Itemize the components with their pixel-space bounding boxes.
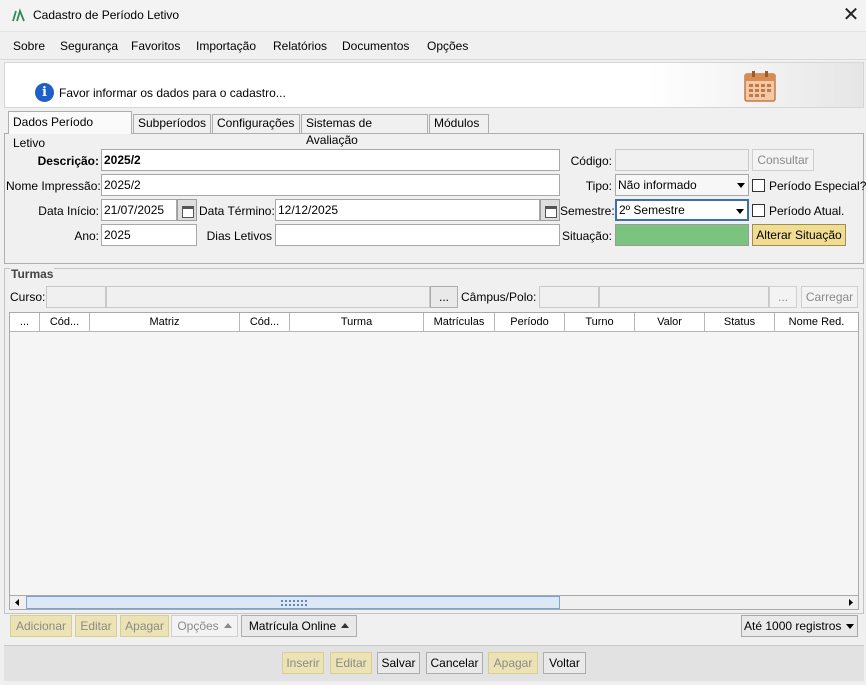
codigo-label: Código:	[570, 154, 612, 168]
semestre-label: Semestre:	[560, 204, 615, 218]
consultar-button[interactable]: Consultar	[752, 149, 814, 171]
data-termino-input[interactable]: 12/12/2025	[275, 199, 540, 221]
col-header-cod-matriz[interactable]: Cód...	[40, 313, 90, 332]
menu-favoritos[interactable]: Favoritos	[131, 39, 180, 53]
turmas-title: Turmas	[10, 267, 55, 281]
menu-sobre[interactable]: Sobre	[13, 39, 45, 53]
curso-lookup-button[interactable]: ...	[430, 286, 458, 308]
col-header-status[interactable]: Status	[705, 313, 775, 332]
periodo-atual-label: Período Atual.	[769, 204, 845, 218]
carregar-button[interactable]: Carregar	[801, 286, 858, 308]
chevron-down-icon	[846, 624, 854, 629]
tab-configuracoes[interactable]: Configurações	[212, 114, 300, 133]
campus-code-input[interactable]	[539, 286, 599, 308]
dias-letivos-label: Dias Letivos	[206, 229, 272, 243]
registros-select-value: Até 1000 registros	[744, 619, 842, 633]
apagar-button[interactable]: Apagar	[488, 652, 538, 674]
descricao-label: Descrição:	[37, 154, 99, 168]
col-header-indicator[interactable]: ...	[10, 313, 40, 332]
tab-subperiodos[interactable]: Subperíodos	[133, 114, 211, 133]
menu-documentos[interactable]: Documentos	[342, 39, 409, 53]
chevron-down-icon	[736, 209, 744, 214]
campus-name-input[interactable]	[599, 286, 769, 308]
scrollbar-grip-icon	[280, 599, 308, 606]
situacao-label: Situação:	[561, 229, 612, 243]
menu-relatorios[interactable]: Relatórios	[273, 39, 327, 53]
curso-name-input[interactable]	[106, 286, 430, 308]
opcoes-label: Opções	[177, 619, 219, 633]
turmas-grid[interactable]: ... Cód... Matriz Cód... Turma Matrícula…	[9, 312, 859, 610]
adicionar-button[interactable]: Adicionar	[10, 615, 72, 637]
window-title: Cadastro de Período Letivo	[33, 8, 180, 22]
voltar-button[interactable]: Voltar	[543, 652, 586, 674]
tipo-select-value: Não informado	[618, 178, 697, 192]
matricula-online-label: Matrícula Online	[248, 619, 337, 633]
col-header-cod-turma[interactable]: Cód...	[240, 313, 290, 332]
situacao-status-indicator	[615, 224, 749, 246]
scroll-right-arrow-icon[interactable]	[843, 596, 858, 609]
menu-seguranca[interactable]: Segurança	[60, 39, 118, 53]
salvar-button[interactable]: Salvar	[377, 652, 420, 674]
chevron-up-icon	[341, 623, 350, 628]
menu-bar: Sobre Segurança Favoritos Importação Rel…	[0, 32, 866, 60]
info-banner	[4, 62, 864, 108]
col-header-periodo[interactable]: Período	[495, 313, 565, 332]
nome-impressao-input[interactable]: 2025/2	[101, 174, 560, 196]
data-inicio-calendar-icon[interactable]	[177, 199, 197, 221]
campus-label: Câmpus/Polo:	[461, 290, 537, 304]
curso-label: Curso:	[10, 290, 46, 304]
curso-code-input[interactable]	[46, 286, 106, 308]
editar-grid-button[interactable]: Editar	[75, 615, 117, 637]
data-inicio-input[interactable]: 21/07/2025	[101, 199, 177, 221]
cancelar-button[interactable]: Cancelar	[426, 652, 483, 674]
ano-input[interactable]: 2025	[101, 224, 197, 246]
semestre-select-value: 2º Semestre	[619, 203, 685, 217]
chevron-up-icon	[223, 623, 232, 628]
dias-letivos-input[interactable]	[275, 224, 560, 246]
editar-button[interactable]: Editar	[330, 652, 372, 674]
periodo-especial-label: Período Especial?	[769, 179, 866, 193]
calendar-icon	[744, 71, 776, 102]
col-header-matriz[interactable]: Matriz	[90, 313, 240, 332]
codigo-input[interactable]	[615, 149, 749, 171]
info-icon: i	[35, 83, 54, 102]
app-logo-icon	[12, 8, 25, 22]
data-termino-label: Data Término:	[199, 204, 275, 218]
banner-message: Favor informar os dados para o cadastro.…	[59, 86, 286, 100]
apagar-grid-button[interactable]: Apagar	[120, 615, 169, 637]
periodo-especial-checkbox[interactable]	[752, 179, 765, 192]
col-header-nome-red[interactable]: Nome Red.	[775, 313, 858, 332]
nome-impressao-label: Nome Impressão:	[6, 179, 101, 193]
opcoes-dropdown-button[interactable]: Opções	[171, 615, 238, 637]
matricula-online-dropdown-button[interactable]: Matrícula Online	[241, 615, 357, 637]
registros-select[interactable]: Até 1000 registros	[741, 615, 858, 637]
descricao-input[interactable]: 2025/2	[101, 149, 560, 171]
col-header-matriculas[interactable]: Matrículas	[424, 313, 495, 332]
tipo-label: Tipo:	[585, 179, 612, 193]
tipo-select[interactable]: Não informado	[615, 174, 749, 196]
menu-importacao[interactable]: Importação	[196, 39, 256, 53]
close-window-button[interactable]: ✕	[838, 3, 864, 29]
inserir-button[interactable]: Inserir	[282, 652, 324, 674]
semestre-select[interactable]: 2º Semestre	[615, 199, 749, 221]
col-header-turma[interactable]: Turma	[290, 313, 424, 332]
alterar-situacao-button[interactable]: Alterar Situação	[752, 224, 846, 246]
tab-dados-periodo-letivo[interactable]: Dados Período Letivo	[8, 111, 132, 150]
col-header-valor[interactable]: Valor	[635, 313, 705, 332]
data-inicio-label: Data Início:	[38, 204, 99, 218]
col-header-turno[interactable]: Turno	[565, 313, 635, 332]
chevron-down-icon	[737, 183, 745, 188]
campus-lookup-button[interactable]: ...	[769, 286, 797, 308]
menu-opcoes[interactable]: Opções	[427, 39, 468, 53]
periodo-atual-checkbox[interactable]	[752, 204, 765, 217]
data-termino-calendar-icon[interactable]	[540, 199, 560, 221]
tab-sistemas-avaliacao[interactable]: Sistemas de Avaliação	[301, 114, 428, 147]
ano-label: Ano:	[74, 229, 99, 243]
tab-modulos[interactable]: Módulos	[429, 114, 489, 133]
scroll-left-arrow-icon[interactable]	[10, 596, 25, 609]
